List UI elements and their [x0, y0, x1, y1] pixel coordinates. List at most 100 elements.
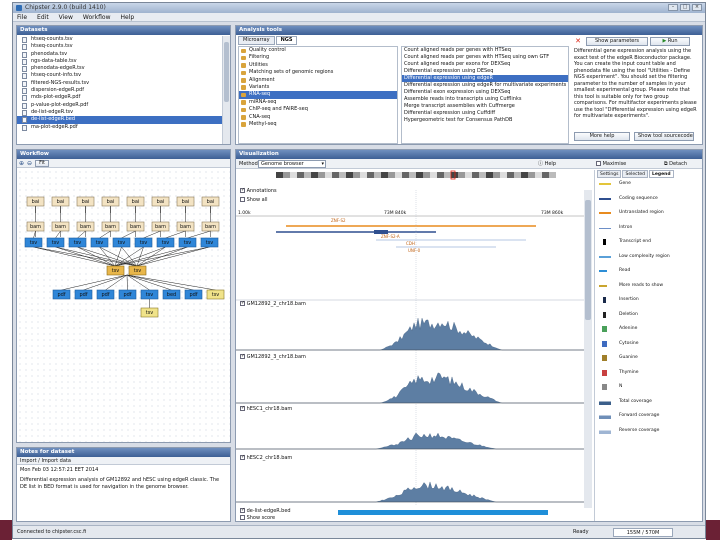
- maximize-button[interactable]: □: [680, 4, 690, 11]
- dataset-item[interactable]: ngs-data-table.tsv: [17, 58, 223, 65]
- dataset-item[interactable]: htseq-counts.tsv: [17, 36, 223, 43]
- annotations-toggle[interactable]: Annotations: [240, 187, 277, 194]
- menu-workflow[interactable]: Workflow: [83, 13, 111, 21]
- dataset-item[interactable]: htseq-counts.tsv: [17, 43, 223, 51]
- menu-file[interactable]: File: [17, 13, 27, 21]
- sample-track-2-checkbox[interactable]: [240, 353, 245, 359]
- show-score-checkbox[interactable]: [240, 515, 245, 520]
- dataset-item[interactable]: phenodata-edgeR.tsv: [17, 65, 223, 73]
- workflow-node-bai[interactable]: bai: [176, 196, 195, 207]
- dataset-item[interactable]: mds-plot-edgeR.pdf: [17, 94, 223, 102]
- workflow-node-bai[interactable]: bai: [76, 196, 95, 207]
- genome-browser[interactable]: 1.00k 73M 840k 73M 860k ZNF-S2 ZNF-S2-A CDH UN…: [236, 170, 592, 521]
- workflow-node-tsv[interactable]: tsv: [24, 237, 43, 248]
- workflow-node-result[interactable]: pdf: [118, 289, 137, 300]
- zoom-out-icon[interactable]: ⊖: [27, 160, 32, 167]
- workflow-node-bam[interactable]: bam: [151, 221, 170, 232]
- tool-item[interactable]: Differential expression using edgeR for …: [402, 82, 568, 89]
- tab-ngs[interactable]: NGS: [275, 36, 298, 45]
- notes-text[interactable]: Differential expression analysis of GM12…: [20, 477, 225, 490]
- workflow-node-bai[interactable]: bai: [126, 196, 145, 207]
- workflow-node-result[interactable]: pdf: [184, 289, 203, 300]
- tool-category-item[interactable]: Variants: [239, 84, 397, 91]
- workflow-canvas[interactable]: bai bai bai bai bai bai bai bai bam bam bam bam bam b…: [17, 169, 230, 442]
- zoom-in-icon[interactable]: ⊕: [19, 160, 24, 167]
- workflow-node-leaf[interactable]: tsv: [140, 307, 159, 318]
- tab-selected[interactable]: Selected: [622, 170, 648, 178]
- tool-category-item[interactable]: Filtering: [239, 54, 397, 61]
- dataset-item[interactable]: p-value-plot-edgeR.pdf: [17, 102, 223, 109]
- tool-item[interactable]: Assemble reads into transcripts using Cu…: [402, 96, 568, 103]
- tool-category-item[interactable]: Alignment: [239, 77, 397, 84]
- workflow-node-bai[interactable]: bai: [201, 196, 220, 207]
- show-score-toggle[interactable]: Show score: [240, 515, 275, 521]
- tool-item[interactable]: Hypergeometric test for Consensus PathDB: [402, 117, 568, 124]
- bed-track-checkbox[interactable]: [240, 507, 245, 513]
- workflow-node-tsv[interactable]: tsv: [68, 237, 87, 248]
- tool-item[interactable]: Count aligned reads per exons for DEXSeq: [402, 61, 568, 68]
- workflow-node-bai[interactable]: bai: [101, 196, 120, 207]
- workflow-node-result[interactable]: tsv: [206, 289, 225, 300]
- tool-category-item[interactable]: Matching sets of genomic regions: [239, 69, 397, 76]
- workflow-node-tsv[interactable]: tsv: [200, 237, 219, 248]
- fit-button[interactable]: Fit: [35, 159, 49, 167]
- maximise-toggle[interactable]: Maximise: [596, 160, 626, 168]
- tool-item[interactable]: Differential expression using Cuffdiff: [402, 110, 568, 117]
- dataset-item[interactable]: de-list-edgeR.tsv: [17, 109, 223, 116]
- tool-item[interactable]: Merge transcript assemblies with Cuffmer…: [402, 103, 568, 110]
- detach-button[interactable]: ⧉ Detach: [664, 160, 687, 168]
- menu-view[interactable]: View: [59, 13, 73, 21]
- tool-category-item[interactable]: Quality control: [239, 47, 397, 54]
- tool-item[interactable]: Count aligned reads per genes with HTSeq: [402, 47, 568, 54]
- workflow-node-bam[interactable]: bam: [76, 221, 95, 232]
- workflow-node-selected[interactable]: tsv: [128, 265, 147, 276]
- sample-track-3-header[interactable]: hESC1_chr18.bam: [240, 405, 292, 412]
- workflow-node-result[interactable]: pdf: [74, 289, 93, 300]
- workflow-node-bam[interactable]: bam: [126, 221, 145, 232]
- workflow-node-bam[interactable]: bam: [51, 221, 70, 232]
- dataset-scrollbar[interactable]: [222, 36, 230, 144]
- show-all-checkbox[interactable]: [240, 197, 245, 202]
- dataset-item[interactable]: ma-plot-edgeR.pdf: [17, 124, 223, 131]
- workflow-node-bai[interactable]: bai: [26, 196, 45, 207]
- workflow-node-result[interactable]: pdf: [96, 289, 115, 300]
- workflow-node-selected[interactable]: tsv: [106, 265, 125, 276]
- tab-settings[interactable]: Settings: [597, 170, 622, 178]
- tab-legend[interactable]: Legend: [648, 170, 674, 178]
- menu-edit[interactable]: Edit: [37, 13, 49, 21]
- show-all-toggle[interactable]: Show all: [240, 197, 268, 203]
- workflow-node-bai[interactable]: bai: [151, 196, 170, 207]
- workflow-node-tsv[interactable]: tsv: [112, 237, 131, 248]
- workflow-node-result[interactable]: bed: [162, 289, 181, 300]
- minimize-button[interactable]: –: [668, 4, 678, 11]
- tool-item[interactable]: Count aligned reads per genes with HTSeq…: [402, 54, 568, 61]
- workflow-node-tsv[interactable]: tsv: [90, 237, 109, 248]
- method-select[interactable]: Genome browser ▾: [258, 160, 326, 168]
- workflow-node-bam[interactable]: bam: [101, 221, 120, 232]
- workflow-node-tsv[interactable]: tsv: [46, 237, 65, 248]
- workflow-node-result[interactable]: tsv: [140, 289, 159, 300]
- sample-track-4-checkbox[interactable]: [240, 454, 245, 460]
- maximise-checkbox[interactable]: [596, 161, 601, 166]
- more-help-button[interactable]: More help: [574, 132, 630, 141]
- dataset-item[interactable]: de-list-edgeR.bed: [17, 116, 223, 124]
- close-icon[interactable]: ✕: [572, 37, 584, 45]
- sample-track-1-checkbox[interactable]: [240, 300, 245, 306]
- bed-track-header[interactable]: de-list-edgeR.bed: [240, 507, 291, 514]
- workflow-node-tsv[interactable]: tsv: [156, 237, 175, 248]
- workflow-node-bai[interactable]: bai: [51, 196, 70, 207]
- tool-category-item[interactable]: miRNA-seq: [239, 99, 397, 106]
- sample-track-4-header[interactable]: hESC2_chr18.bam: [240, 454, 292, 461]
- close-window-button[interactable]: ×: [692, 4, 702, 11]
- tool-category-item[interactable]: Methyl-seq: [239, 121, 397, 128]
- tool-category-item[interactable]: RNA-seq: [239, 91, 397, 99]
- workflow-node-tsv[interactable]: tsv: [134, 237, 153, 248]
- tool-item[interactable]: Differential expression using edgeR: [402, 75, 568, 82]
- help-link[interactable]: ⓘ Help: [538, 160, 556, 168]
- menu-help[interactable]: Help: [120, 13, 134, 21]
- dataset-scroll-thumb[interactable]: [224, 42, 229, 102]
- annotations-checkbox[interactable]: [240, 187, 245, 193]
- sample-track-2-header[interactable]: GM12892_3_chr18.bam: [240, 353, 306, 360]
- workflow-node-bam[interactable]: bam: [176, 221, 195, 232]
- dataset-item[interactable]: phenodata.tsv: [17, 51, 223, 58]
